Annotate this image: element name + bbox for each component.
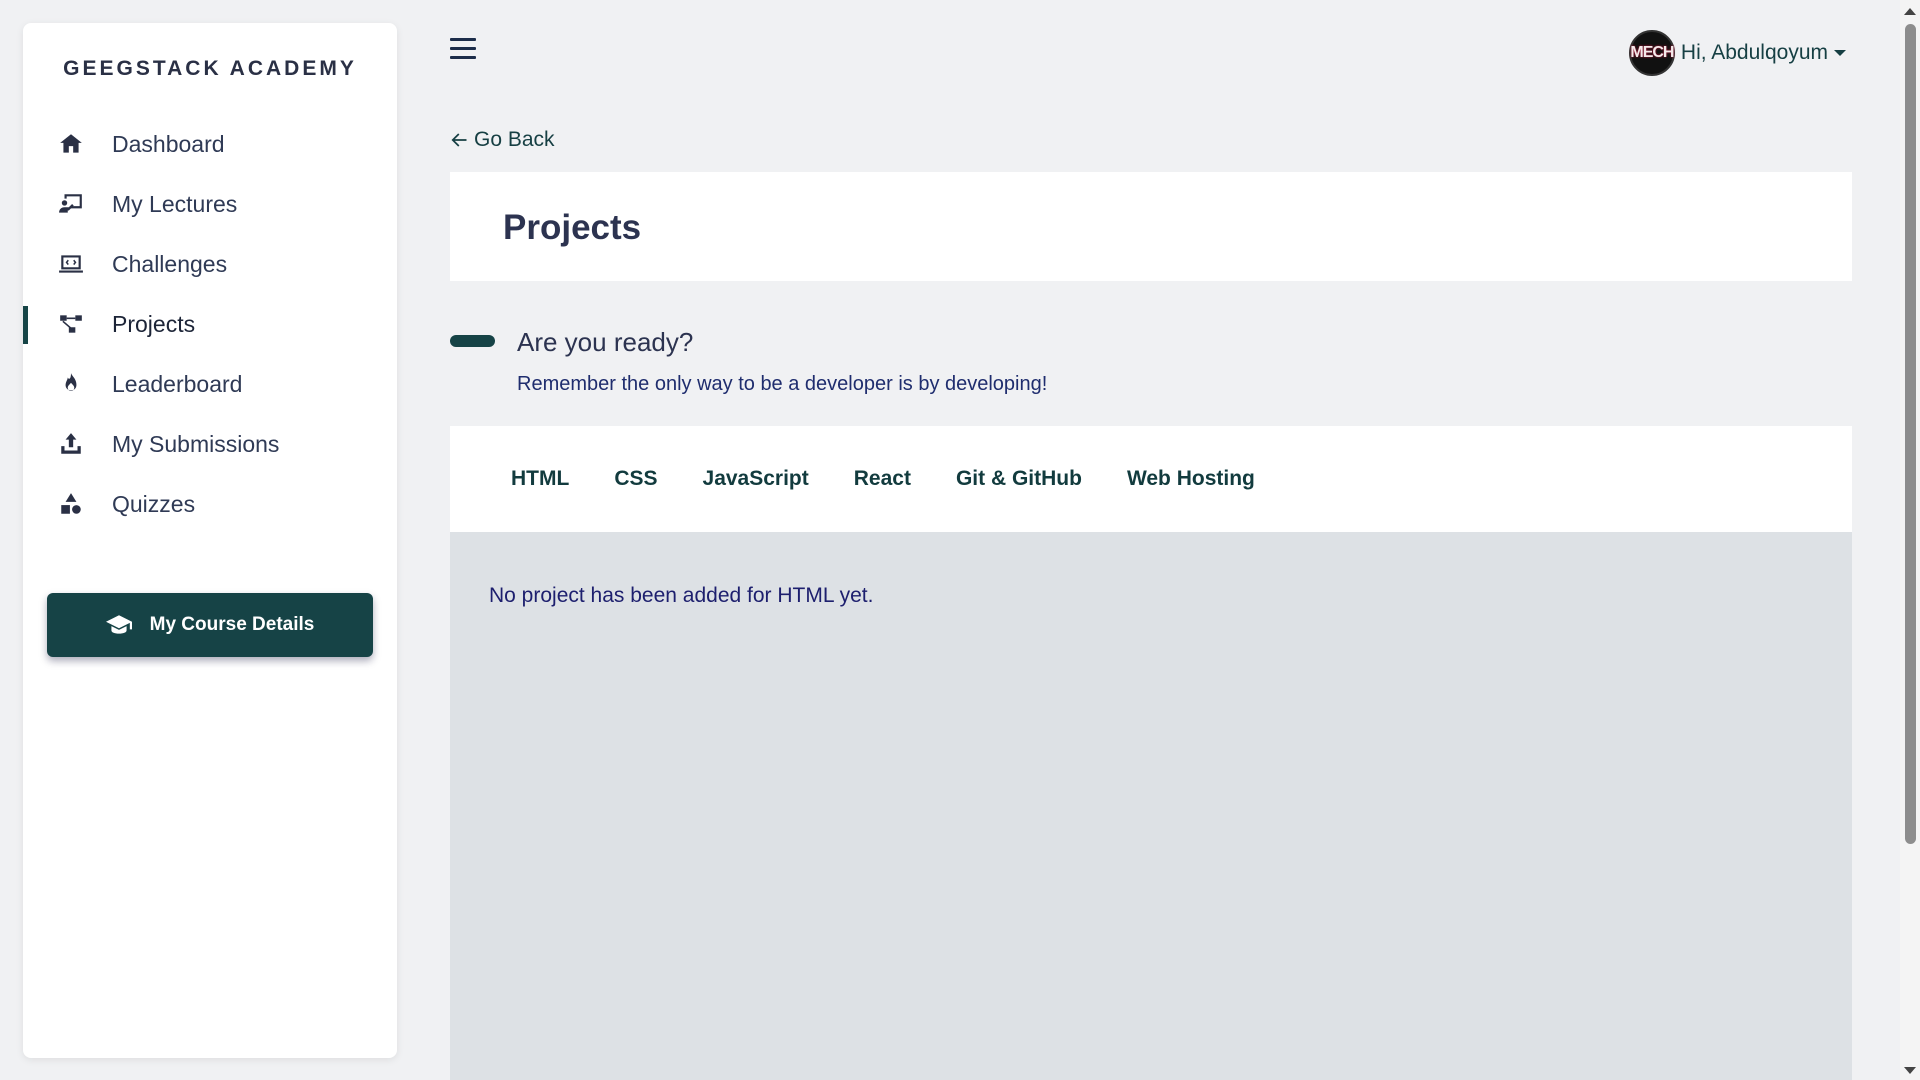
tab-react[interactable]: React <box>854 467 911 491</box>
tab-html[interactable]: HTML <box>511 467 569 491</box>
sidebar-nav: Dashboard My Lectures Challenges Project… <box>23 114 397 534</box>
sidebar-item-label: My Lectures <box>112 190 238 217</box>
sidebar-item-label: Leaderboard <box>112 370 243 397</box>
user-menu[interactable]: MECH Hi, Abdulqoyum <box>1628 30 1846 76</box>
shapes-icon <box>57 490 85 518</box>
chevron-down-icon <box>1834 50 1846 56</box>
avatar: MECH <box>1628 30 1675 76</box>
tab-javascript[interactable]: JavaScript <box>703 467 809 491</box>
tab-git-github[interactable]: Git & GitHub <box>956 467 1082 491</box>
scrollbar[interactable] <box>1900 0 1920 1080</box>
home-icon <box>57 130 85 158</box>
sidebar-item-label: My Submissions <box>112 430 280 457</box>
sidebar-item-leaderboard[interactable]: Leaderboard <box>23 354 397 414</box>
go-back-link[interactable]: Go Back <box>449 128 555 152</box>
sidebar-item-dashboard[interactable]: Dashboard <box>23 114 397 174</box>
sidebar-item-label: Challenges <box>112 250 228 277</box>
empty-state-message: No project has been added for HTML yet. <box>489 584 874 607</box>
tab-content-panel: No project has been added for HTML yet. <box>450 532 1852 1080</box>
lecture-icon <box>57 190 85 218</box>
ready-subtitle: Remember the only way to be a developer … <box>517 373 1048 395</box>
sidebar-item-challenges[interactable]: Challenges <box>23 234 397 294</box>
sidebar-item-label: Dashboard <box>112 130 225 157</box>
sidebar-item-label: Quizzes <box>112 490 196 517</box>
page-title: Projects <box>503 208 642 247</box>
scroll-up-icon[interactable] <box>1904 8 1916 15</box>
sidebar-item-my-lectures[interactable]: My Lectures <box>23 174 397 234</box>
tab-css[interactable]: CSS <box>614 467 657 491</box>
sidebar-item-my-submissions[interactable]: My Submissions <box>23 414 397 474</box>
arrow-left-icon <box>451 133 467 147</box>
sidebar-item-label: Projects <box>112 310 196 337</box>
go-back-label: Go Back <box>474 128 555 151</box>
user-greeting: Hi, Abdulqoyum <box>1680 41 1828 64</box>
project-icon <box>57 310 85 338</box>
upload-icon <box>57 430 85 458</box>
fire-icon <box>57 370 85 398</box>
menu-toggle-icon[interactable] <box>450 38 476 62</box>
page-header-card: Projects <box>450 172 1852 281</box>
scroll-thumb[interactable] <box>1905 24 1916 844</box>
my-course-details-button[interactable]: My Course Details <box>47 593 373 657</box>
sidebar-item-quizzes[interactable]: Quizzes <box>23 474 397 534</box>
ready-title: Are you ready? <box>517 327 694 357</box>
tab-web-hosting[interactable]: Web Hosting <box>1127 467 1255 491</box>
sidebar-item-projects[interactable]: Projects <box>23 294 397 354</box>
graduation-cap-icon <box>105 615 132 634</box>
tabs-bar: HTML CSS JavaScript React Git & GitHub W… <box>450 426 1852 532</box>
course-button-label: My Course Details <box>149 614 315 635</box>
accent-pill <box>450 335 495 347</box>
challenge-icon <box>57 250 85 278</box>
sidebar: GEEGSTACK ACADEMY Dashboard My Lectures … <box>23 23 397 1058</box>
brand-title: GEEGSTACK ACADEMY <box>63 57 357 80</box>
scroll-down-icon[interactable] <box>1904 1067 1916 1074</box>
